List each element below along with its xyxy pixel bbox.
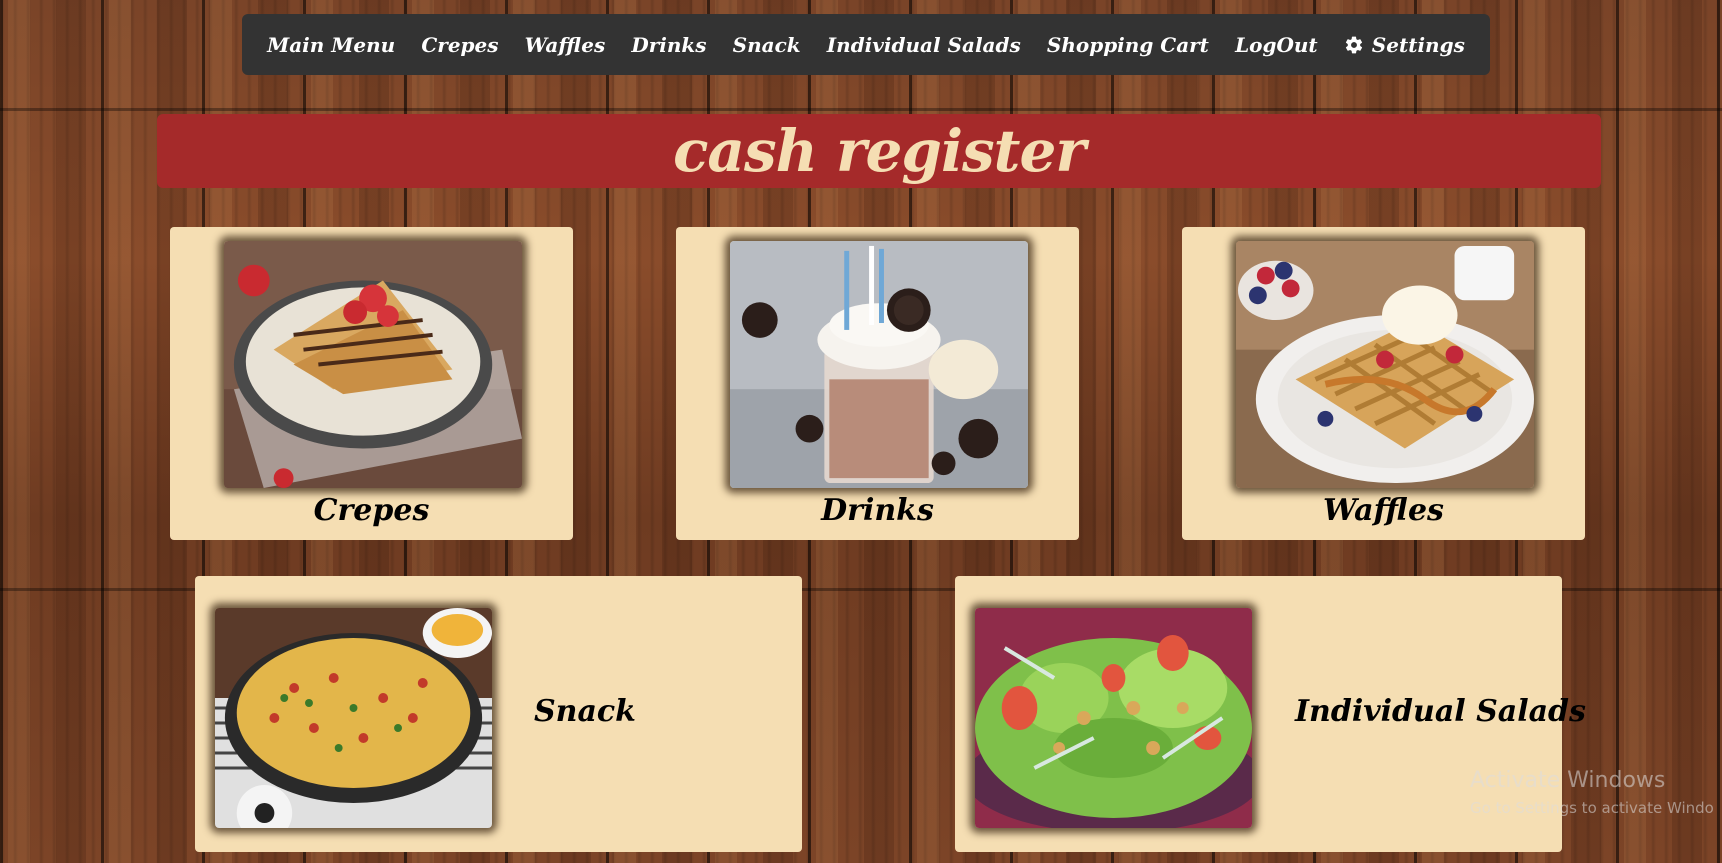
- category-card-snack[interactable]: Snack: [195, 576, 802, 852]
- watermark-title: Activate Windows: [1470, 768, 1666, 793]
- snack-photo: [215, 608, 492, 828]
- salad-photo: [975, 608, 1252, 828]
- gear-icon: [1345, 36, 1362, 53]
- watermark-subtitle: Go to Settings to activate Windo: [1470, 799, 1714, 817]
- category-label: Individual Salads: [1295, 694, 1586, 729]
- category-label: Snack: [534, 694, 636, 729]
- category-label: Crepes: [313, 493, 430, 528]
- category-label: Waffles: [1323, 493, 1444, 528]
- category-card-drinks[interactable]: Drinks: [676, 227, 1079, 540]
- category-card-waffles[interactable]: Waffles: [1182, 227, 1585, 540]
- nav-settings[interactable]: Settings: [1344, 33, 1465, 57]
- nav-crepes[interactable]: Crepes: [421, 33, 498, 57]
- nav-snack[interactable]: Snack: [733, 33, 801, 57]
- crepes-photo: [224, 241, 522, 488]
- category-card-crepes[interactable]: Crepes: [170, 227, 573, 540]
- nav-waffles[interactable]: Waffles: [525, 33, 606, 57]
- waffles-photo: [1236, 241, 1534, 488]
- nav-main-menu[interactable]: Main Menu: [267, 33, 395, 57]
- page-title: cash register: [673, 117, 1086, 185]
- windows-activation-watermark: Activate Windows Go to Settings to activ…: [1470, 768, 1714, 817]
- title-banner: cash register: [157, 114, 1601, 188]
- nav-settings-label: Settings: [1371, 32, 1465, 57]
- top-navbar: Main Menu Crepes Waffles Drinks Snack In…: [242, 14, 1490, 75]
- category-label: Drinks: [821, 493, 934, 528]
- nav-logout[interactable]: LogOut: [1235, 33, 1318, 57]
- nav-individual-salads[interactable]: Individual Salads: [827, 33, 1021, 57]
- nav-shopping-cart[interactable]: Shopping Cart: [1047, 33, 1209, 57]
- drinks-photo: [730, 241, 1028, 488]
- nav-drinks[interactable]: Drinks: [631, 33, 706, 57]
